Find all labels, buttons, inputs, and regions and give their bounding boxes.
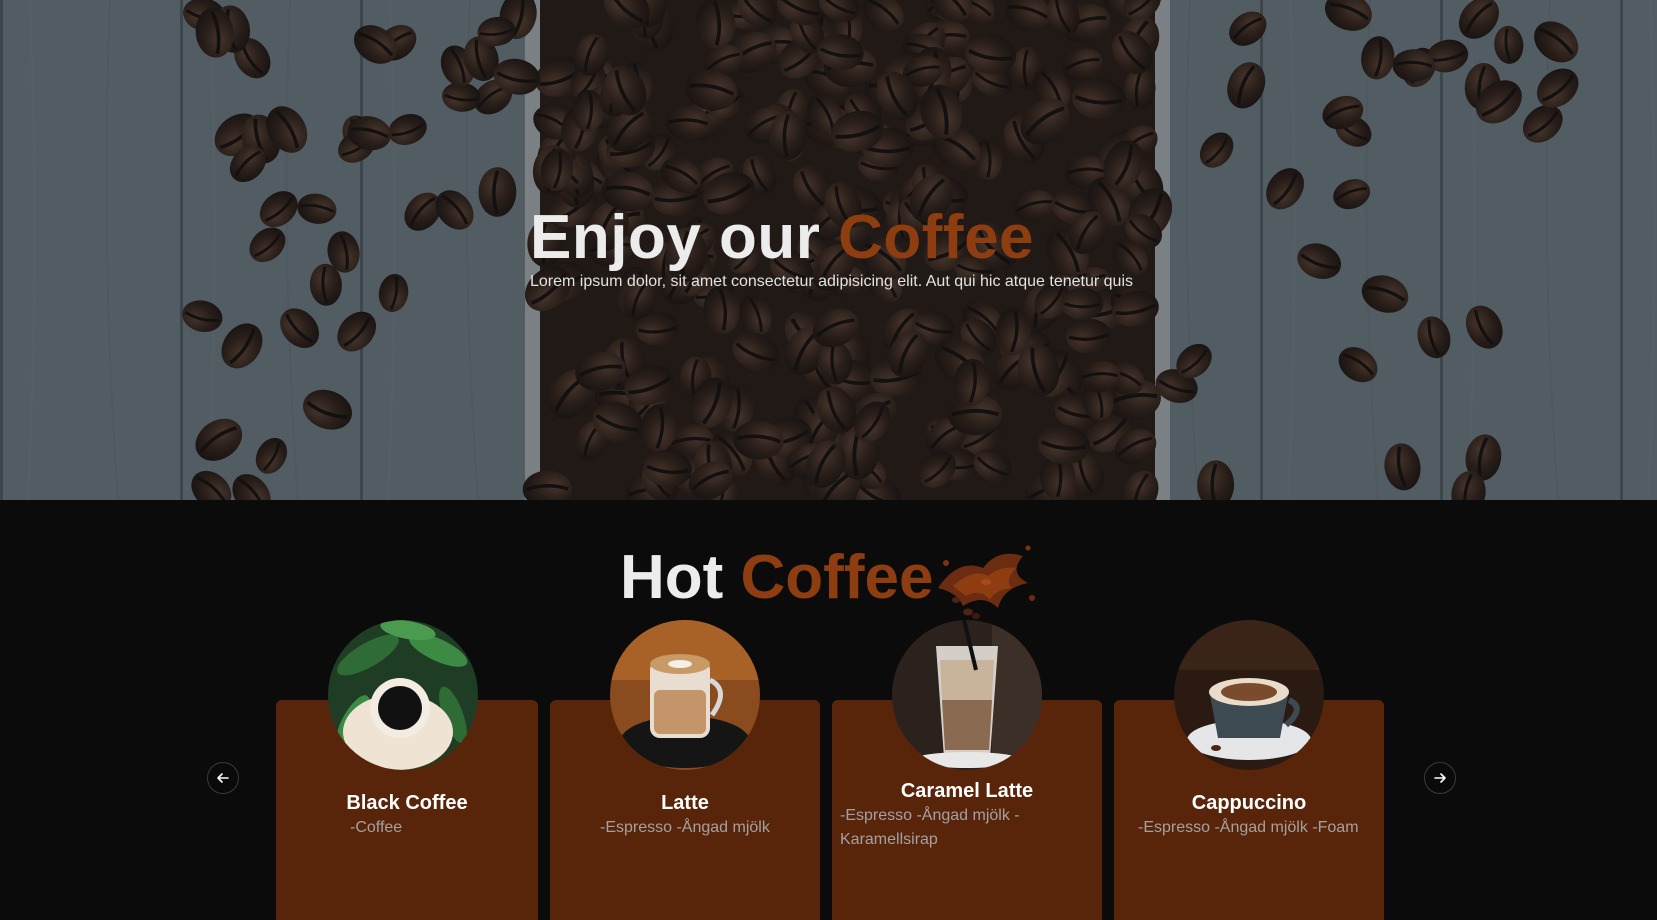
hot-coffee-section: Hot Coffee Black Coffee -Coffee Latte -E…	[0, 500, 1657, 920]
section-title-accent: Coffee	[740, 543, 934, 612]
arrow-right-icon	[1434, 773, 1446, 783]
carousel-prev-button[interactable]	[207, 762, 239, 794]
hero-text-block: Enjoy our Coffee Lorem ipsum dolor, sit …	[530, 205, 1133, 291]
card-name: Black Coffee	[346, 792, 468, 814]
hero-subtitle: Lorem ipsum dolor, sit amet consectetur …	[530, 273, 1133, 290]
coffee-splash-icon	[938, 545, 1035, 619]
section-title-main: Hot	[620, 543, 741, 612]
carousel-next-button[interactable]	[1424, 762, 1456, 794]
section-title: Hot Coffee	[620, 545, 933, 611]
hero-section: Enjoy our Coffee Lorem ipsum dolor, sit …	[0, 0, 1657, 500]
card-name: Latte	[661, 792, 709, 814]
coffee-card-black-coffee[interactable]: Black Coffee -Coffee	[276, 620, 538, 920]
card-description: -Espresso -Ångad mjölk -Karamellsirap	[840, 807, 1020, 848]
card-description: -Coffee	[350, 819, 403, 836]
black-coffee-photo	[328, 620, 478, 770]
caramel-latte-photo	[892, 620, 1042, 770]
card-name: Cappuccino	[1191, 792, 1307, 814]
arrow-left-icon	[217, 773, 229, 783]
latte-photo	[610, 620, 760, 770]
cappuccino-photo	[1174, 620, 1324, 770]
hero-title: Enjoy our Coffee	[530, 205, 1133, 271]
card-description: -Espresso -Ångad mjölk	[600, 819, 770, 836]
card-name: Caramel Latte	[900, 780, 1034, 802]
card-description: -Espresso -Ångad mjölk -Foam	[1138, 819, 1359, 836]
coffee-card-latte[interactable]: Latte -Espresso -Ångad mjölk	[550, 620, 820, 920]
coffee-card-cappuccino[interactable]: Cappuccino -Espresso -Ångad mjölk -Foam	[1114, 620, 1384, 920]
hero-title-main: Enjoy our	[530, 203, 839, 272]
hero-title-accent: Coffee	[838, 203, 1035, 272]
coffee-card-caramel-latte[interactable]: Caramel Latte -Espresso -Ångad mjölk -Ka…	[832, 620, 1102, 920]
